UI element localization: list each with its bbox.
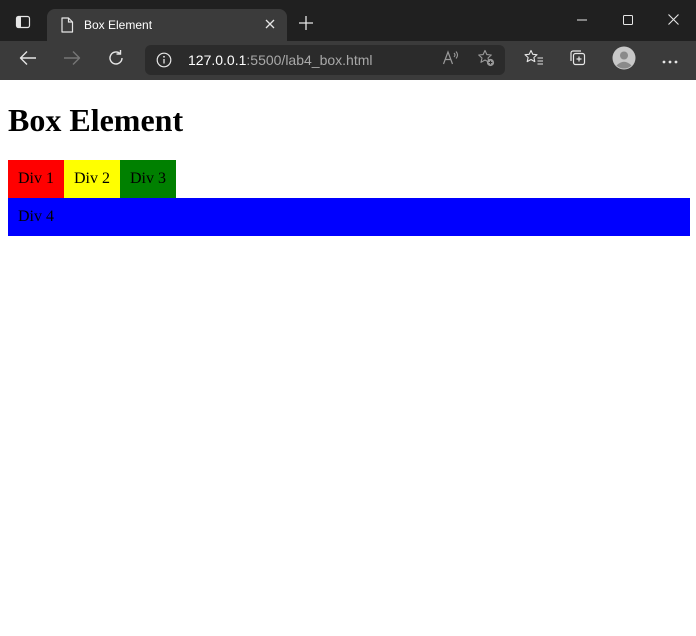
refresh-button[interactable] xyxy=(100,44,132,76)
read-aloud-icon xyxy=(442,49,460,71)
url-host: 127.0.0.1 xyxy=(188,52,247,68)
close-icon xyxy=(265,16,275,34)
more-icon xyxy=(662,51,678,69)
tab-actions-button[interactable] xyxy=(6,7,40,41)
maximize-icon xyxy=(623,12,633,30)
div-1-box: Div 1 xyxy=(8,160,64,198)
div-3-box: Div 3 xyxy=(120,160,176,198)
forward-button[interactable] xyxy=(56,44,88,76)
info-icon[interactable] xyxy=(155,51,173,69)
favorites-button[interactable] xyxy=(518,44,550,76)
new-tab-button[interactable] xyxy=(292,11,320,39)
browser-title-bar: Box Element xyxy=(0,0,696,41)
back-button[interactable] xyxy=(12,44,44,76)
close-window-icon xyxy=(667,12,679,30)
minimize-icon xyxy=(577,12,587,30)
url-path: :5500/lab4_box.html xyxy=(246,52,373,68)
tab-actions-icon xyxy=(15,14,31,35)
add-favorite-button[interactable] xyxy=(474,48,498,72)
minimize-button[interactable] xyxy=(559,0,605,41)
settings-menu-button[interactable] xyxy=(654,44,686,76)
browser-toolbar: 127.0.0.1:5500/lab4_box.html xyxy=(0,41,696,80)
browser-tab-active[interactable]: Box Element xyxy=(47,9,287,41)
collections-button[interactable] xyxy=(562,44,594,76)
arrow-left-icon xyxy=(19,50,37,71)
div-4-box: Div 4 xyxy=(8,198,690,236)
address-bar[interactable]: 127.0.0.1:5500/lab4_box.html xyxy=(145,45,505,75)
avatar-icon xyxy=(612,46,636,75)
div-2-box: Div 2 xyxy=(64,160,120,198)
page-viewport: Box Element Div 1 Div 2 Div 3 Div 4 xyxy=(0,80,696,636)
maximize-button[interactable] xyxy=(605,0,651,41)
read-aloud-button[interactable] xyxy=(439,48,463,72)
tab-close-button[interactable] xyxy=(257,12,283,38)
refresh-icon xyxy=(107,49,125,72)
arrow-right-icon xyxy=(63,50,81,71)
close-window-button[interactable] xyxy=(650,0,696,41)
star-add-icon xyxy=(477,49,495,72)
favorites-icon xyxy=(524,49,544,72)
page-heading: Box Element xyxy=(8,102,184,138)
tab-title: Box Element xyxy=(84,18,153,32)
plus-icon xyxy=(299,15,313,35)
page-favicon-icon xyxy=(59,17,75,33)
profile-button[interactable] xyxy=(608,44,640,76)
url-text[interactable]: 127.0.0.1:5500/lab4_box.html xyxy=(188,52,372,68)
collections-icon xyxy=(569,49,587,72)
